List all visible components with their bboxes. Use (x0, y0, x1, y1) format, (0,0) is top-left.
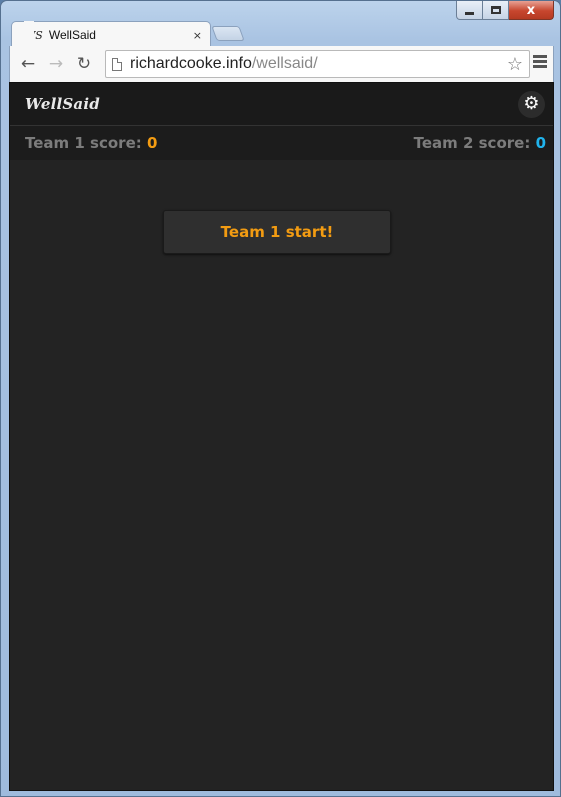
page-viewport: WellSaid ⚙ Team 1 score: 0 Team 2 score:… (9, 82, 554, 791)
team1-start-button[interactable]: Team 1 start! (163, 210, 391, 254)
browser-menu-icon[interactable] (533, 55, 547, 70)
team2-score-value: 0 (535, 134, 546, 152)
score-bar: Team 1 score: 0 Team 2 score: 0 (10, 126, 553, 160)
forward-button[interactable]: → (42, 50, 70, 78)
minimize-button[interactable] (456, 1, 483, 20)
forward-arrow-icon: → (48, 54, 64, 74)
team1-score: Team 1 score: 0 (25, 134, 157, 152)
bookmark-star-icon[interactable]: ☆ (507, 54, 523, 75)
page-icon (112, 57, 122, 71)
url-path: /wellsaid/ (251, 55, 318, 72)
new-tab-button[interactable] (211, 26, 245, 41)
browser-toolbar: ← → ↻ richardcooke.info/wellsaid/ ☆ (9, 46, 554, 82)
maximize-button[interactable] (483, 1, 509, 20)
app-logo[interactable]: WellSaid (25, 95, 100, 113)
minimize-icon (465, 11, 474, 15)
browser-tab[interactable]: WS WellSaid × (11, 21, 211, 48)
team2-score-label: Team 2 score: (413, 134, 531, 152)
url-text: richardcooke.info/wellsaid/ (130, 55, 507, 73)
team2-score: Team 2 score: 0 (414, 134, 546, 152)
team1-score-label: Team 1 score: (25, 134, 142, 152)
gear-icon: ⚙ (523, 93, 540, 114)
window-controls: x (456, 1, 554, 20)
tab-close-icon[interactable]: × (193, 29, 202, 42)
address-bar[interactable]: richardcooke.info/wellsaid/ ☆ (105, 50, 530, 78)
back-button[interactable]: ← (14, 50, 42, 78)
browser-window: x WS WellSaid × ← → ↻ richardcooke.info/… (0, 0, 561, 797)
app-navbar: WellSaid ⚙ (10, 83, 553, 126)
url-domain: richardcooke.info (130, 55, 252, 72)
reload-button[interactable]: ↻ (70, 50, 98, 78)
close-window-button[interactable]: x (509, 1, 554, 20)
reload-icon: ↻ (76, 54, 92, 74)
back-arrow-icon: ← (20, 54, 36, 74)
maximize-icon (490, 6, 501, 14)
settings-button[interactable]: ⚙ (518, 90, 545, 118)
close-icon: x (526, 2, 536, 18)
tab-title: WellSaid (48, 28, 96, 42)
favicon-icon: WS (24, 28, 43, 42)
team1-score-value: 0 (146, 134, 158, 152)
